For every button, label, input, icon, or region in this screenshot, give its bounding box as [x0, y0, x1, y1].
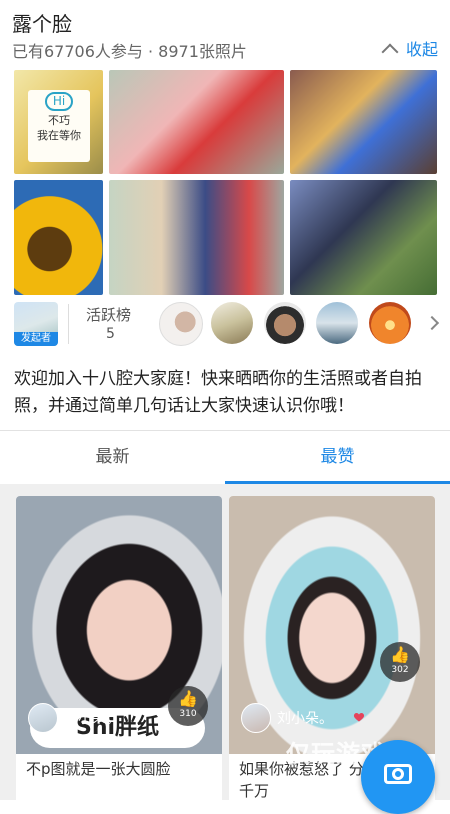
- initiator-avatar[interactable]: 发起者: [14, 302, 58, 346]
- photo-thumbnail[interactable]: [109, 70, 284, 174]
- camera-lens-icon: [392, 768, 404, 780]
- heart-icon: [353, 713, 365, 722]
- chevron-right-icon[interactable]: [424, 315, 440, 331]
- avatar[interactable]: [241, 703, 271, 733]
- user-name: 刘小朵。: [64, 711, 120, 727]
- collapse-label: 收起: [405, 40, 438, 59]
- member-avatar[interactable]: [369, 302, 411, 344]
- photo-thumbnail[interactable]: [290, 70, 437, 174]
- like-count: 302: [391, 665, 409, 675]
- active-rank-label[interactable]: 活跃榜: [86, 304, 131, 325]
- note-text: 不巧 我在等你: [37, 114, 81, 142]
- tab-latest[interactable]: 最新: [0, 431, 225, 484]
- collapse-button[interactable]: 收起: [381, 36, 438, 60]
- topic-stats: 已有67706人参与 · 8971张照片: [12, 42, 247, 61]
- topic-header: 露个脸 已有67706人参与 · 8971张照片 收起: [0, 0, 450, 70]
- feed-card[interactable]: Shi胖纸 👍 310 刘小朵。 不p图就是一张大圆脸: [16, 496, 222, 812]
- avatar[interactable]: [28, 703, 58, 733]
- card-caption: 不p图就是一张大圆脸: [26, 760, 171, 778]
- like-button[interactable]: 👍 310: [168, 686, 208, 726]
- topic-description: 欢迎加入十八腔大家庭！快来晒晒你的生活照或者自拍照，并通过简单几句话让大家快速认…: [14, 369, 422, 416]
- photo-thumbnail[interactable]: Hi 不巧 我在等你: [14, 70, 103, 174]
- photo-thumbnail[interactable]: [14, 180, 103, 295]
- note-hi-text: Hi: [44, 92, 74, 111]
- thumbs-up-icon: 👍: [390, 645, 410, 664]
- topic-title: 露个脸: [12, 12, 72, 36]
- divider: [68, 304, 69, 344]
- photo-thumbnail[interactable]: [290, 180, 437, 295]
- thumbs-up-icon: 👍: [178, 689, 198, 708]
- photo-grid: Hi 不巧 我在等你: [14, 70, 437, 295]
- member-avatar[interactable]: [264, 302, 306, 344]
- user-name: 刘小朵。: [277, 711, 333, 727]
- like-count: 310: [179, 709, 197, 719]
- like-button[interactable]: 👍 302: [380, 642, 420, 682]
- camera-button[interactable]: [361, 740, 435, 814]
- initiator-badge: 发起者: [14, 332, 58, 346]
- active-rank-count: 5: [106, 326, 115, 342]
- member-avatar[interactable]: [159, 302, 203, 346]
- chevron-up-icon: [381, 43, 399, 60]
- member-avatar[interactable]: [211, 302, 253, 344]
- member-avatar[interactable]: [316, 302, 358, 344]
- feed-tabs: 最新 最赞: [0, 431, 450, 484]
- tab-most-liked[interactable]: 最赞: [225, 431, 450, 484]
- activity-row: 发起者 活跃榜 5: [0, 298, 450, 350]
- photo-thumbnail[interactable]: [109, 180, 284, 295]
- photo-note-card: Hi 不巧 我在等你: [28, 90, 90, 162]
